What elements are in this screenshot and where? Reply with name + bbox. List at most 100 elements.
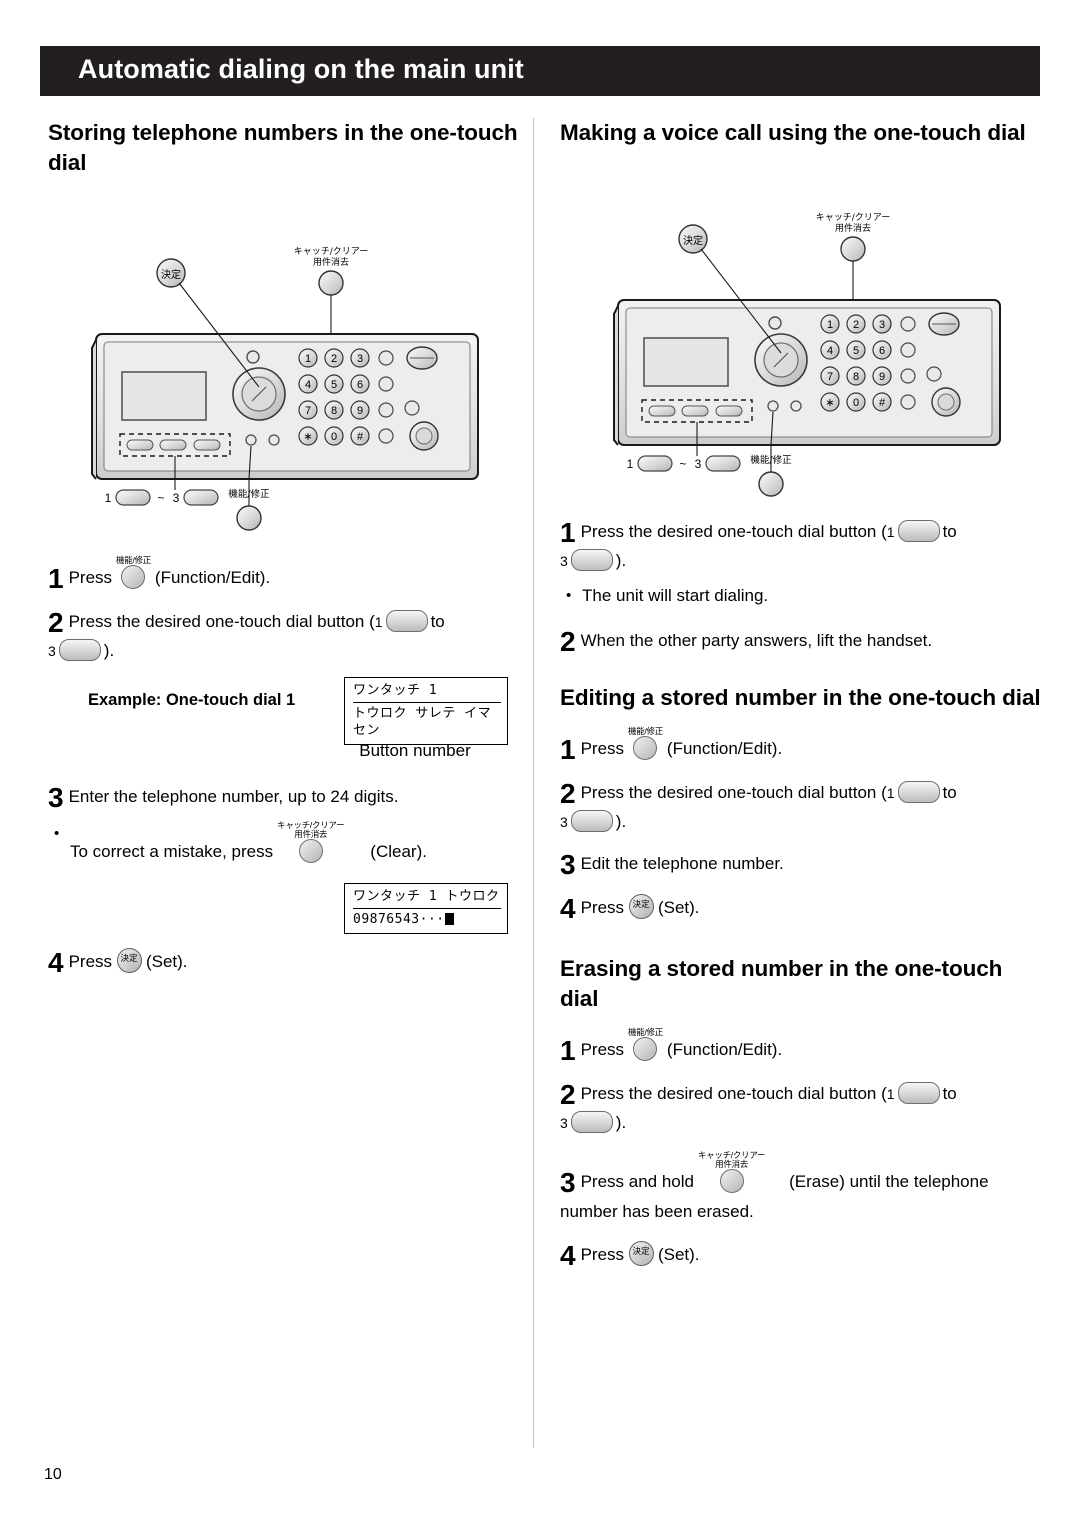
- step-4-erase: 4 Press 決定 (Set).: [560, 1241, 1042, 1271]
- one-touch-key-icon[interactable]: [897, 1082, 940, 1104]
- step-1-edit: 1 Press 機能/修正 (Function/Edit).: [560, 727, 1042, 765]
- erase-key[interactable]: キャッチ/クリアー 用件消去: [698, 1151, 765, 1198]
- step-text-post: (Function/Edit).: [666, 739, 783, 758]
- svg-text:3: 3: [879, 319, 885, 331]
- set-key-label: 決定: [632, 899, 650, 909]
- fax-unit-diagram-2: 1 2 3 4 5 6 7 8 9 ∗ 0 # 決定 キャッチ/クリアー 用件消…: [613, 212, 1001, 497]
- one-touch-key-icon[interactable]: [570, 810, 613, 832]
- one-touch-key-icon[interactable]: [897, 781, 940, 803]
- step-text-post: (Set).: [657, 1245, 700, 1264]
- step-2-erase: 2 Press the desired one-touch dial button…: [560, 1080, 1042, 1137]
- svg-text:7: 7: [827, 371, 833, 383]
- svg-text:4: 4: [827, 345, 833, 357]
- section-heading-voice-call: Making a voice call using the one-touch …: [560, 120, 1026, 145]
- page-number: 10: [44, 1466, 62, 1483]
- function-edit-key-label: 機能/修正: [628, 726, 663, 736]
- step-number: 3: [48, 782, 64, 813]
- svg-text:7: 7: [305, 405, 311, 417]
- step-text-post: (Function/Edit).: [666, 1040, 783, 1059]
- step-number: 1: [560, 1035, 576, 1066]
- step-text-post: ).: [615, 551, 627, 570]
- set-key[interactable]: 決定: [116, 948, 142, 973]
- step-number: 1: [48, 563, 64, 594]
- one-touch-key-icon[interactable]: [58, 639, 101, 661]
- clear-key-label-2: 用件消去: [294, 829, 328, 839]
- one-touch-key-icon[interactable]: [385, 610, 428, 632]
- step-text: Press and hold: [580, 1172, 694, 1191]
- step-text: When the other party answers, lift the h…: [580, 631, 933, 650]
- round-key-icon: [633, 1037, 658, 1061]
- step-number: 3: [560, 849, 576, 880]
- one-touch-key-icon[interactable]: [897, 520, 940, 542]
- erase-key-label-2: 用件消去: [715, 1159, 748, 1169]
- lcd-line-1: ワンタッチ 1 トウロク: [353, 889, 500, 904]
- set-key[interactable]: 決定: [628, 1241, 654, 1266]
- onetouch-from-label: 1: [374, 614, 383, 630]
- svg-text:~: ~: [679, 457, 686, 471]
- svg-text:4: 4: [305, 379, 311, 391]
- step-text: Press the desired one-touch dial button …: [68, 612, 375, 631]
- step-number: 2: [560, 626, 576, 657]
- right-column: Making a voice call using the one-touch …: [560, 118, 1042, 1271]
- step-text-post: (Set).: [145, 952, 188, 971]
- lcd-number: 09876543···: [353, 912, 445, 927]
- svg-text:キャッチ/クリアー: キャッチ/クリアー: [294, 246, 369, 257]
- step-1-erase: 1 Press 機能/修正 (Function/Edit).: [560, 1028, 1042, 1066]
- svg-text:1: 1: [627, 457, 634, 471]
- function-edit-key[interactable]: 機能/修正: [628, 727, 663, 765]
- column-divider: [533, 118, 534, 1448]
- svg-text:∗: ∗: [825, 397, 834, 409]
- step-text-to: to: [942, 1084, 957, 1103]
- svg-text:3: 3: [357, 353, 363, 365]
- svg-text:#: #: [357, 431, 364, 443]
- svg-text:1: 1: [105, 491, 112, 505]
- round-key-icon: [719, 1169, 744, 1193]
- left-column: Storing telephone numbers in the one-tou…: [48, 118, 526, 978]
- step-3-left: 3 Enter the telephone number, up to 24 di…: [48, 783, 526, 813]
- step-text: Press: [68, 952, 113, 971]
- set-key[interactable]: 決定: [628, 894, 654, 919]
- clear-key[interactable]: キャッチ/クリアー 用件消去: [277, 821, 345, 871]
- step-text: Press: [580, 898, 625, 917]
- svg-text:2: 2: [331, 353, 337, 365]
- onetouch-from-label: 1: [886, 524, 895, 540]
- one-touch-key-icon[interactable]: [570, 549, 613, 571]
- svg-text:#: #: [879, 397, 886, 409]
- set-key-label: 決定: [120, 953, 138, 963]
- one-touch-key-icon[interactable]: [570, 1111, 613, 1133]
- step-text-post: ).: [103, 641, 115, 660]
- manual-page: Automatic dialing on the main unit Stori…: [0, 0, 1080, 1526]
- step-text: Edit the telephone number.: [580, 854, 784, 873]
- svg-text:キャッチ/クリアー: キャッチ/クリアー: [816, 212, 891, 223]
- function-edit-key[interactable]: 機能/修正: [116, 556, 151, 594]
- svg-text:決定: 決定: [683, 234, 703, 247]
- fax-unit-diagram: 1 2 3 4 5 6 7 8 9 ∗ 0 # 決定 キャッチ/クリアー 用件消…: [91, 246, 479, 531]
- lcd-line-1: ワンタッチ 1: [353, 683, 438, 698]
- step-2-edit: 2 Press the desired one-touch dial button…: [560, 779, 1042, 836]
- round-key-icon: [298, 839, 323, 863]
- step-number: 1: [560, 517, 576, 548]
- step-number: 2: [560, 1079, 576, 1110]
- step-text-to: to: [430, 612, 445, 631]
- step-number: 2: [560, 778, 576, 809]
- button-number-caption: Button number: [359, 741, 471, 760]
- step-text: Press: [580, 1245, 625, 1264]
- svg-text:決定: 決定: [161, 268, 181, 281]
- step-text-post: ).: [615, 1113, 627, 1132]
- svg-text:3: 3: [695, 457, 702, 471]
- step-text-post: (Set).: [657, 898, 700, 917]
- bullet-correct-mistake: To correct a mistake, pressキャッチ/クリアー用件消去…: [54, 821, 526, 871]
- step-number: 1: [560, 734, 576, 765]
- set-key-label: 決定: [632, 1246, 650, 1256]
- step-text-to: to: [942, 522, 957, 541]
- step-number: 3: [560, 1167, 576, 1198]
- lcd-line-2: トウロク サレテ イマセン: [353, 702, 501, 739]
- svg-text:1: 1: [827, 319, 833, 331]
- example-label: Example: One-touch dial 1: [88, 691, 296, 709]
- function-edit-key[interactable]: 機能/修正: [628, 1028, 663, 1066]
- step-number: 4: [48, 947, 64, 978]
- svg-text:1: 1: [305, 353, 311, 365]
- step-text: Press: [580, 739, 625, 758]
- svg-text:用件消去: 用件消去: [313, 256, 349, 268]
- step-text: Press: [68, 568, 113, 587]
